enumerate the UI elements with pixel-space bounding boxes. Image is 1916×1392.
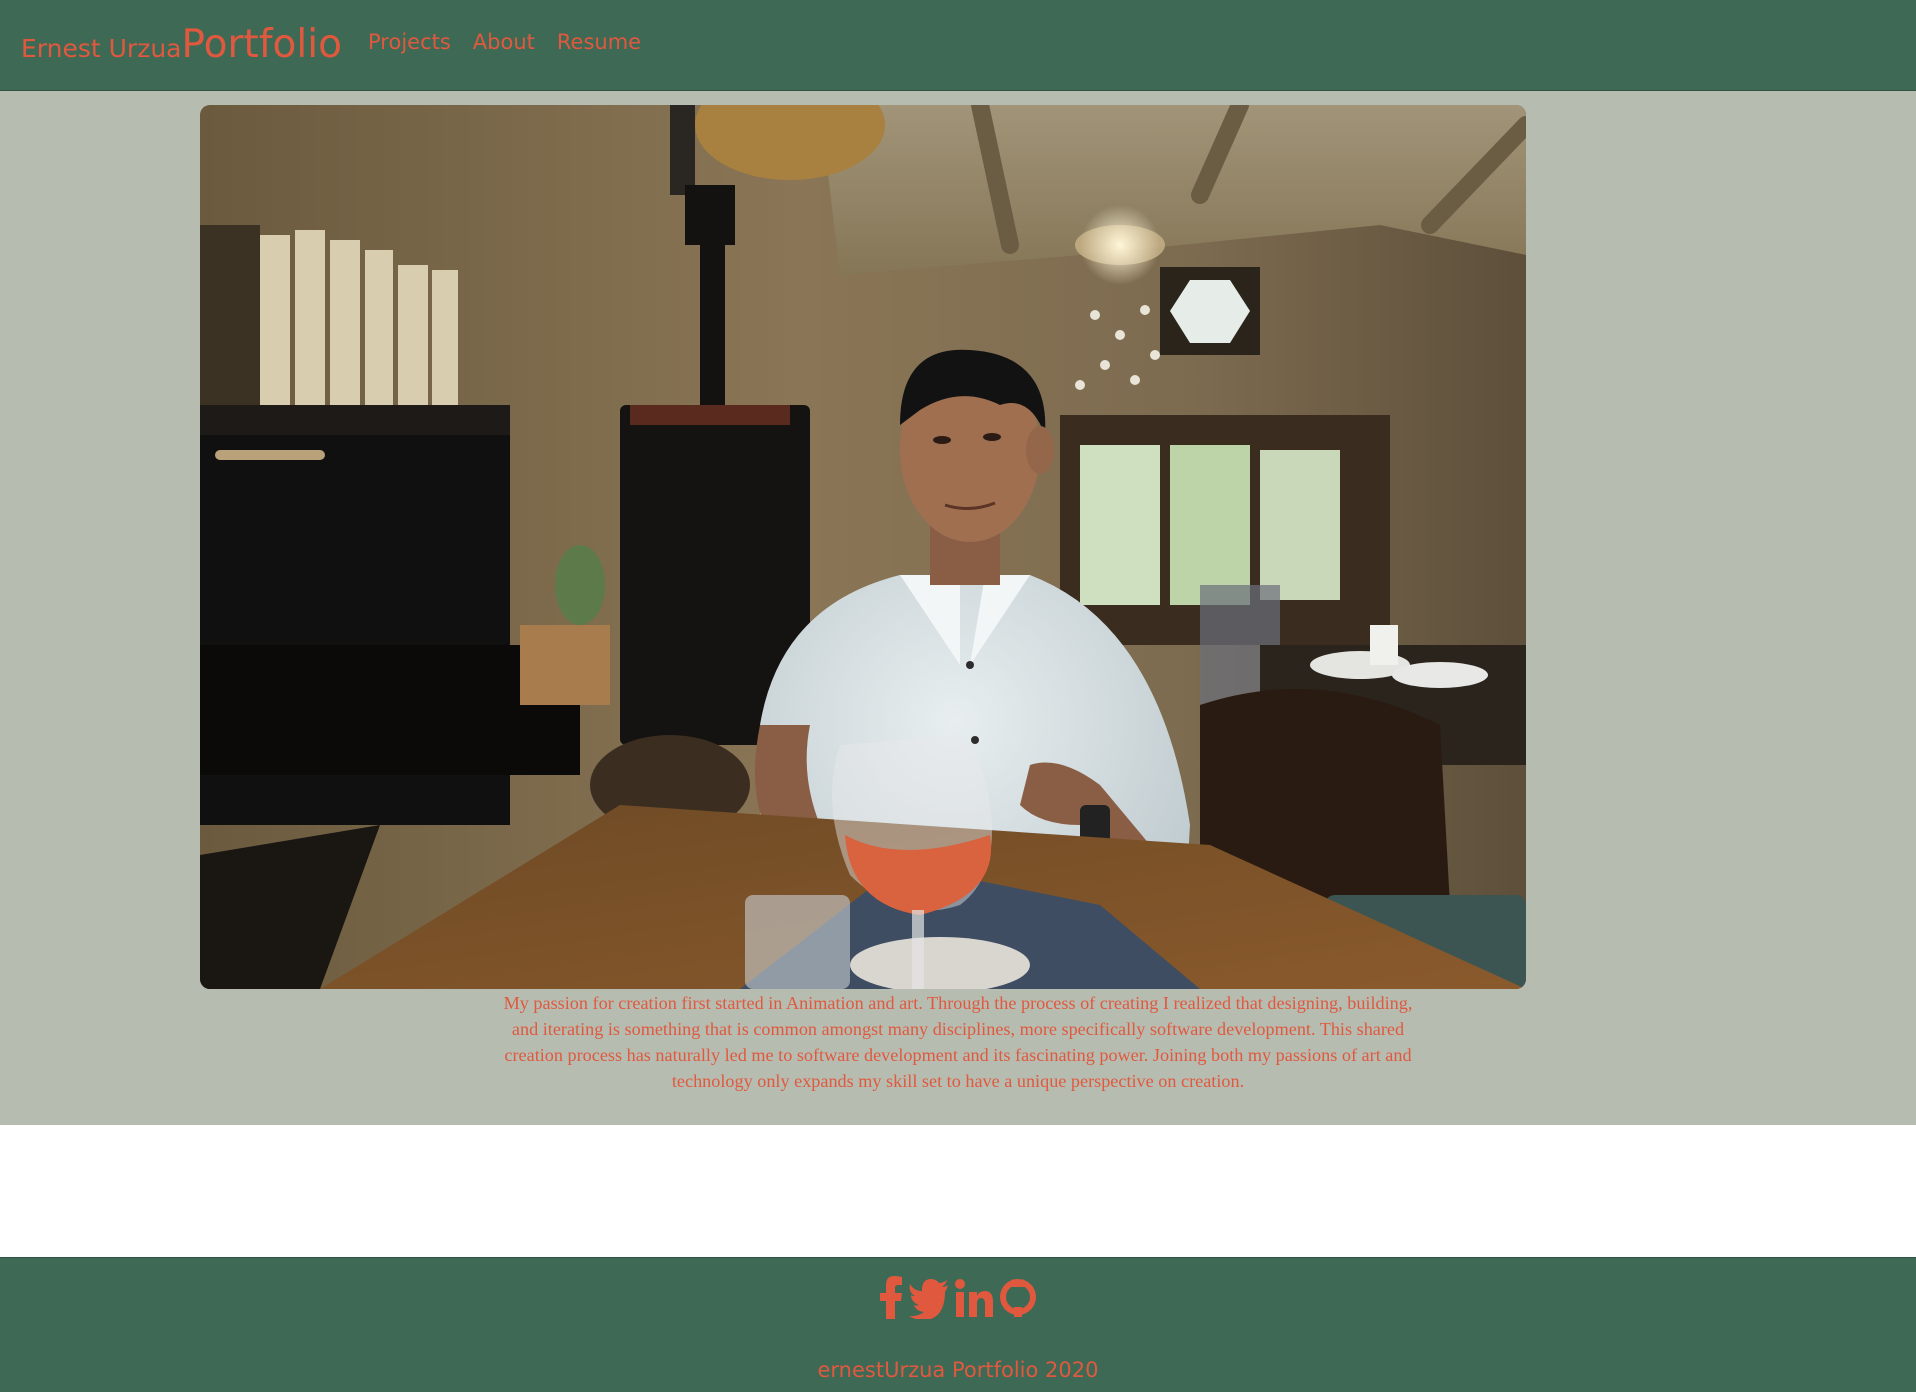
twitter-icon[interactable] (908, 1275, 950, 1321)
social-links (0, 1275, 1916, 1321)
footer: ernestUrzua Portfolio 2020 (0, 1257, 1916, 1392)
copyright-text: ernestUrzua Portfolio 2020 (817, 1358, 1099, 1382)
about-section: My passion for creation first started in… (0, 91, 1916, 1125)
portrait-photo (200, 105, 1526, 989)
nav-links: Projects About Resume (368, 30, 641, 54)
nav-link-projects[interactable]: Projects (368, 30, 451, 54)
brand-name[interactable]: Ernest Urzua (21, 34, 182, 63)
facebook-icon[interactable] (878, 1275, 904, 1319)
github-icon[interactable] (998, 1275, 1038, 1319)
bio-text: My passion for creation first started in… (503, 993, 1413, 1091)
nav-link-resume[interactable]: Resume (557, 30, 641, 54)
nav-link-about[interactable]: About (473, 30, 535, 54)
brand-portfolio[interactable]: Portfolio (182, 22, 342, 67)
navbar: Ernest UrzuaPortfolio Projects About Res… (0, 0, 1916, 91)
brand[interactable]: Ernest UrzuaPortfolio (21, 22, 342, 67)
linkedin-icon[interactable] (954, 1275, 994, 1319)
